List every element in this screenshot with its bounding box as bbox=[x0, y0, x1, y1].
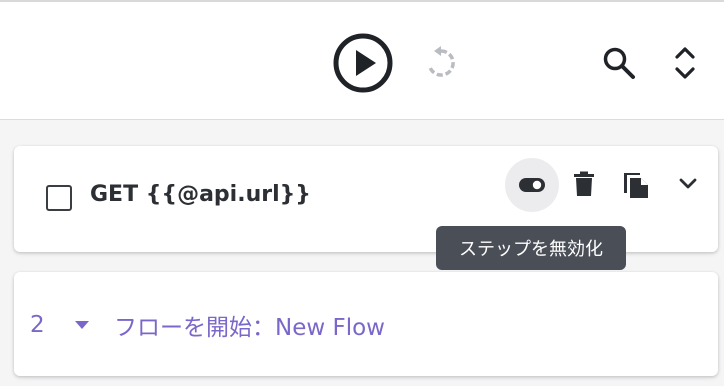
flow-step-card: 2 フローを開始：New Flow bbox=[14, 272, 718, 376]
reset-button[interactable] bbox=[420, 42, 462, 84]
expand-collapse-button[interactable] bbox=[664, 42, 706, 84]
disable-step-button[interactable] bbox=[505, 158, 559, 212]
play-circle-icon bbox=[333, 33, 393, 93]
search-icon bbox=[603, 47, 635, 79]
step-title: GET {{@api.url}} bbox=[90, 182, 311, 207]
unfold-icon bbox=[675, 47, 695, 79]
copy-icon bbox=[624, 173, 648, 198]
step-number: 2 bbox=[30, 312, 45, 338]
toolbar bbox=[0, 0, 724, 120]
search-button[interactable] bbox=[598, 42, 640, 84]
copy-step-button[interactable] bbox=[616, 164, 656, 204]
collapse-toggle[interactable] bbox=[74, 320, 90, 330]
caret-down-icon bbox=[75, 321, 89, 329]
step-checkbox[interactable] bbox=[46, 185, 72, 211]
run-button[interactable] bbox=[332, 32, 394, 94]
chevron-down-icon bbox=[679, 178, 697, 189]
disable-step-tooltip: ステップを無効化 bbox=[436, 226, 626, 270]
trash-icon bbox=[574, 171, 594, 196]
delete-step-button[interactable] bbox=[566, 164, 602, 204]
toggle-icon bbox=[519, 178, 545, 192]
expand-step-button[interactable] bbox=[668, 164, 708, 204]
restart-icon bbox=[427, 46, 455, 77]
flow-start-label[interactable]: フローを開始：New Flow bbox=[114, 308, 385, 342]
flow-step-row: 2 フローを開始：New Flow bbox=[30, 308, 385, 342]
